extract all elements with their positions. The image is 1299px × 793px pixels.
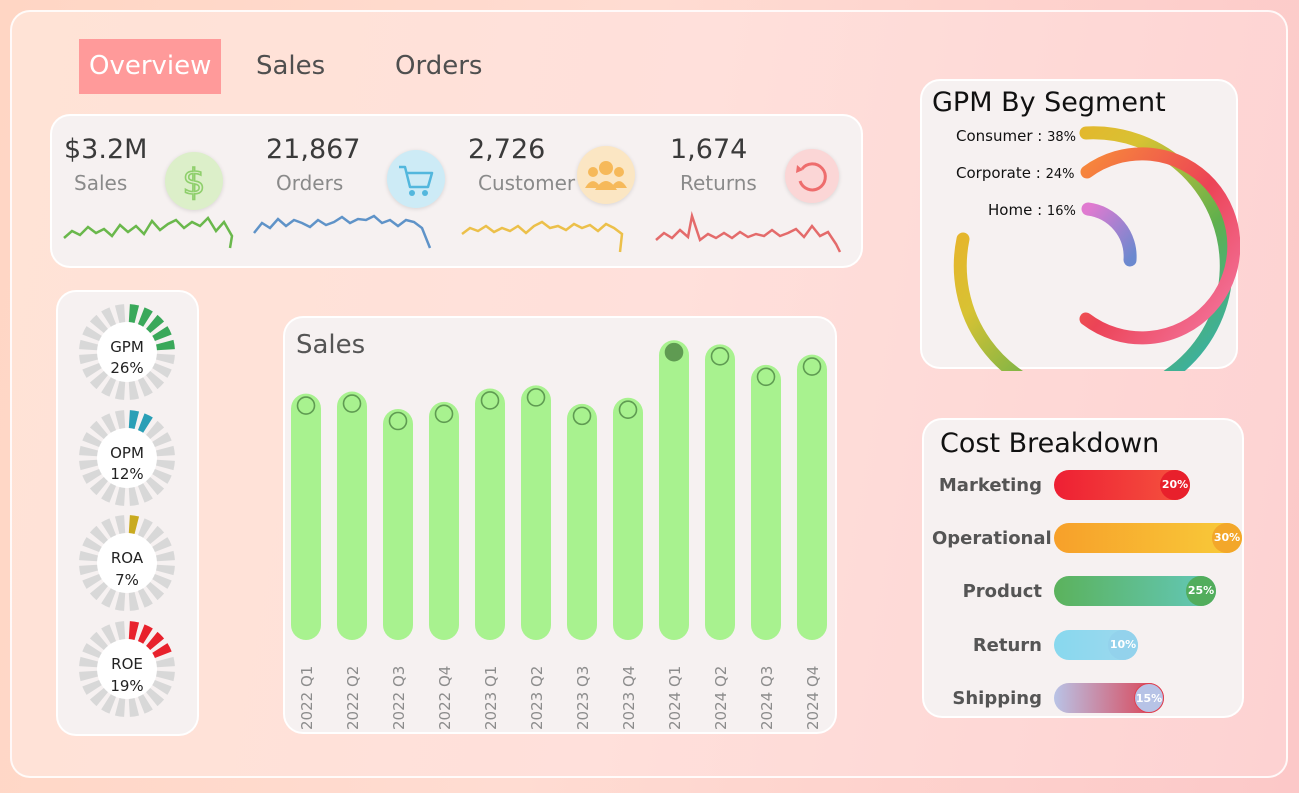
cost-bar-product: 25%	[1054, 576, 1216, 606]
sales-x-tick: 2023 Q3	[574, 666, 592, 730]
sales-x-tick: 2022 Q4	[436, 666, 454, 730]
gauge-segment	[114, 410, 126, 429]
sales-x-tick: 2022 Q1	[298, 666, 316, 730]
ratio-value-opm: 12%	[110, 465, 144, 483]
cost-breakdown-title: Cost Breakdown	[940, 428, 1160, 459]
ratio-value-roa: 7%	[115, 571, 139, 589]
sparkline-customers	[461, 220, 624, 253]
ratio-label-roe: ROE	[111, 655, 143, 673]
ratios-card: GPM 26% OPM 12% ROA 7% ROE 19%	[56, 290, 199, 736]
segment-label-consumer: Consumer : 38%	[956, 127, 1077, 145]
cost-value-return: 10%	[1108, 630, 1138, 660]
sales-x-tick: 2022 Q2	[344, 666, 362, 730]
kpi-sparklines	[63, 211, 842, 253]
sales-bar[interactable]	[567, 403, 597, 640]
sales-bar[interactable]	[797, 354, 827, 640]
gauge-segment	[128, 621, 140, 640]
gauge-segment	[128, 381, 140, 400]
gauge-segment	[128, 698, 140, 717]
gauge-segment	[128, 487, 140, 506]
sales-chart-card: Sales 2022 Q1 2022 Q2 2022 Q3 2022 Q4 2023 Q…	[283, 316, 837, 734]
cost-value-shipping: 15%	[1134, 683, 1164, 713]
sales-x-tick: 2024 Q1	[666, 666, 684, 730]
sales-x-tick: 2023 Q2	[528, 666, 546, 730]
ratio-value-gpm: 26%	[110, 359, 144, 377]
cost-label-operational: Operational	[932, 528, 1052, 549]
cost-label-return: Return	[972, 635, 1042, 656]
tab-sales[interactable]: Sales	[256, 39, 325, 94]
sales-bar[interactable]	[291, 393, 321, 640]
gauge-segment	[128, 410, 140, 429]
sales-bar[interactable]	[751, 364, 781, 640]
cost-bar-shipping: 15%	[1054, 683, 1164, 713]
gauge-segment	[128, 592, 140, 611]
sales-bar-chart: 2022 Q1 2022 Q2 2022 Q3 2022 Q4 2023 Q1 2023 …	[291, 340, 827, 730]
cost-label-marketing: Marketing	[938, 475, 1042, 496]
sales-bar[interactable]	[429, 401, 459, 640]
sales-x-tick: 2022 Q3	[390, 666, 408, 730]
cost-value-product: 25%	[1186, 576, 1216, 606]
kpi-card: $3.2M Sales $ 21,867 Orders 2,726 Custom…	[50, 114, 863, 268]
segment-label-home: Home : 16%	[988, 201, 1076, 219]
sales-bar[interactable]	[659, 340, 689, 640]
gauge-segment	[128, 515, 140, 534]
gauge-segment	[114, 381, 126, 400]
tab-orders[interactable]: Orders	[395, 39, 482, 94]
ratio-value-roe: 19%	[110, 677, 144, 695]
sales-x-tick: 2024 Q3	[758, 666, 776, 730]
cost-label-product: Product	[962, 581, 1042, 602]
gauge-segment	[114, 487, 126, 506]
cost-bar-marketing: 20%	[1054, 470, 1190, 500]
cost-breakdown-card: Cost Breakdown Marketing 20% Operational…	[922, 418, 1244, 718]
segment-label-corporate: Corporate : 24%	[956, 164, 1075, 182]
gauge-segment	[114, 698, 126, 717]
sales-x-tick: 2023 Q4	[620, 666, 638, 730]
sparkline-orders	[253, 214, 432, 249]
sales-bar[interactable]	[383, 409, 413, 640]
ratio-label-gpm: GPM	[110, 338, 144, 356]
gpm-segment-card: GPM By Segment Consumer : 38% Corporate …	[920, 79, 1240, 371]
sales-bar[interactable]	[613, 397, 643, 640]
segment-arc-corporate	[1079, 147, 1240, 345]
ratio-label-roa: ROA	[110, 549, 144, 567]
gpm-radial-chart	[953, 126, 1240, 371]
gauge-segment	[114, 621, 126, 640]
gauge-segment	[114, 592, 126, 611]
sales-point[interactable]	[664, 342, 684, 362]
sales-bar[interactable]	[705, 344, 735, 640]
tab-overview[interactable]: Overview	[79, 39, 222, 94]
segment-arc-home	[1081, 202, 1137, 267]
cost-label-shipping: Shipping	[952, 688, 1042, 709]
sales-bar[interactable]	[475, 388, 505, 640]
cost-bar-return: 10%	[1054, 630, 1138, 660]
sparkline-sales	[63, 215, 234, 249]
sales-bar[interactable]	[337, 391, 367, 640]
ratio-label-opm: OPM	[110, 444, 144, 462]
cost-bar-operational: 30%	[1054, 523, 1242, 553]
gauge-segment	[128, 304, 140, 323]
cost-value-operational: 30%	[1212, 523, 1242, 553]
sales-bar[interactable]	[521, 385, 551, 640]
cost-value-marketing: 20%	[1160, 470, 1190, 500]
sales-x-tick: 2023 Q1	[482, 666, 500, 730]
gauge-segment	[114, 515, 126, 534]
sparkline-returns	[655, 211, 842, 253]
gauge-segment	[114, 304, 126, 323]
sales-x-tick: 2024 Q4	[804, 666, 822, 730]
sales-x-tick: 2024 Q2	[712, 666, 730, 730]
